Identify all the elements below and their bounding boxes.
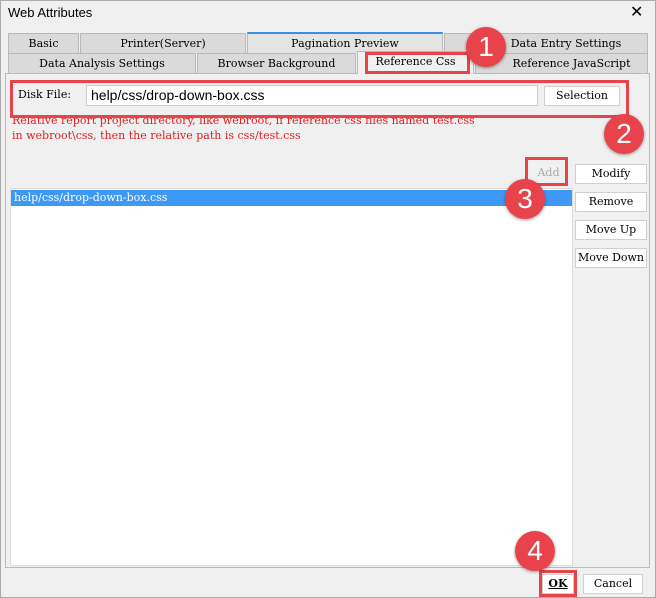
modify-button[interactable]: Modify	[575, 164, 647, 184]
hint-line-2: in webroot\css, then the relative path i…	[12, 129, 301, 142]
css-file-list[interactable]: help/css/drop-down-box.css	[10, 188, 573, 566]
list-item[interactable]: help/css/drop-down-box.css	[11, 190, 572, 206]
annotation-badge-1: 1	[466, 27, 506, 67]
annotation-badge-2: 2	[604, 114, 644, 154]
highlight-box-ok	[539, 570, 577, 597]
tab-printer-server[interactable]: Printer(Server)	[80, 33, 246, 53]
tab-data-analysis-settings[interactable]: Data Analysis Settings	[8, 53, 196, 73]
tab-basic[interactable]: Basic	[8, 33, 79, 53]
tab-pagination-preview[interactable]: Pagination Preview	[247, 32, 443, 53]
annotation-badge-3: 3	[505, 179, 545, 219]
annotation-badge-4: 4	[515, 531, 555, 571]
cancel-button[interactable]: Cancel	[583, 574, 643, 594]
move-up-button[interactable]: Move Up	[575, 220, 647, 240]
remove-button[interactable]: Remove	[575, 192, 647, 212]
close-icon[interactable]: ✕	[630, 2, 643, 21]
highlight-box-disk-file	[10, 80, 629, 118]
window-title: Web Attributes	[8, 5, 93, 20]
move-down-button[interactable]: Move Down	[575, 248, 647, 268]
highlight-box-reference-css	[365, 52, 470, 74]
tab-browser-background[interactable]: Browser Background	[197, 53, 356, 73]
